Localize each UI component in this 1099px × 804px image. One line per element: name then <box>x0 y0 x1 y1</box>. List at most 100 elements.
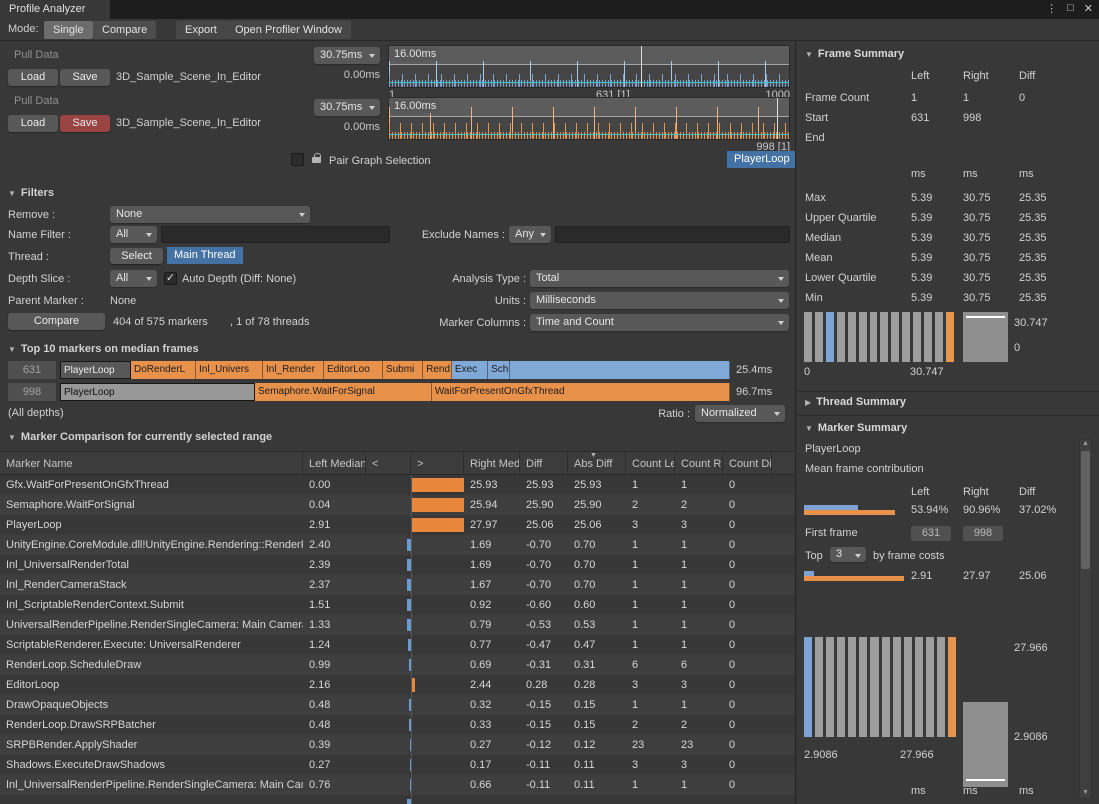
units-dropdown[interactable]: Milliseconds <box>530 292 789 309</box>
table-row[interactable]: Gfx.WaitForPresentOnGfxThread 0.00 25.93… <box>0 475 795 495</box>
top10-segment[interactable]: EditorLoo <box>324 361 383 379</box>
pair-graph-selection-checkbox[interactable] <box>291 153 304 166</box>
top10-segment[interactable]: Submi <box>383 361 423 379</box>
thread-select-button[interactable]: Select <box>110 248 163 264</box>
exclude-mode-dropdown[interactable]: Any <box>509 226 551 243</box>
column-header-count-right[interactable]: Count Right <box>675 452 723 474</box>
top10-segment[interactable]: Semaphore.WaitForSignal <box>255 383 432 401</box>
diff-cell: -0.60 <box>520 595 568 615</box>
right-median-cell: 0.33 <box>464 715 520 735</box>
table-row[interactable]: Inl_UniversalRenderTotal 2.39 1.69 -0.70… <box>0 555 795 575</box>
load-button-left[interactable]: Load <box>8 69 58 86</box>
analysis-type-label: Analysis Type : <box>408 273 526 285</box>
save-button-right[interactable]: Save <box>60 115 110 132</box>
top10-segment[interactable]: Inl_Render <box>263 361 324 379</box>
left-median-cell: 0.76 <box>303 775 366 795</box>
ratio-dropdown[interactable]: Normalized <box>695 405 785 422</box>
top10-bar-left[interactable]: PlayerLoopDoRenderLInl_UniversInl_Render… <box>60 361 730 379</box>
top10-bar-right[interactable]: PlayerLoopSemaphore.WaitForSignalWaitFor… <box>60 383 730 401</box>
column-header-diff[interactable]: Diff <box>520 452 568 474</box>
left-bar-cell <box>366 695 411 715</box>
graph-bottom-scale-dropdown[interactable]: 30.75ms <box>314 99 380 116</box>
table-row[interactable]: Inl_ScriptableRenderContext.Submit 1.51 … <box>0 595 795 615</box>
histogram-bar <box>826 312 834 362</box>
top10-segment[interactable]: PlayerLoop <box>60 361 131 379</box>
top-n-dropdown[interactable]: 3 <box>830 547 866 562</box>
scrollbar-up-icon[interactable]: ▲ <box>1080 440 1091 447</box>
table-row[interactable]: RenderLoop.DrawSRPBatcher 0.48 0.33 -0.1… <box>0 715 795 735</box>
column-header-marker-name[interactable]: Marker Name <box>0 452 303 474</box>
top10-header[interactable]: ▼Top 10 markers on median frames <box>8 343 199 355</box>
name-filter-mode-dropdown[interactable]: All <box>110 226 157 243</box>
kebab-menu-icon[interactable]: ⋮ <box>1046 2 1057 15</box>
top10-segment[interactable] <box>510 361 730 379</box>
table-row[interactable]: DrawOpaqueObjects 0.48 0.32 -0.15 0.15 1… <box>0 695 795 715</box>
first-frame-right-button[interactable]: 998 <box>963 526 1003 541</box>
export-button[interactable]: Export <box>176 21 226 39</box>
pull-data-button-left[interactable]: Pull Data <box>14 49 59 61</box>
table-row[interactable]: UniversalRenderPipeline.RenderSingleCame… <box>0 615 795 635</box>
table-row[interactable]: EditorLoop 2.16 2.44 0.28 0.28 3 3 0 <box>0 675 795 695</box>
table-row[interactable]: Inl_RenderCameraStack 2.37 1.67 -0.70 0.… <box>0 575 795 595</box>
top10-segment[interactable]: WaitForPresentOnGfxThread <box>432 383 730 401</box>
frame-graph-bottom[interactable]: 16.00ms <box>388 97 790 140</box>
marker-columns-dropdown[interactable]: Time and Count <box>530 314 789 331</box>
frame-graph-top[interactable]: 16.00ms <box>388 45 790 88</box>
column-header-left-bar[interactable]: < <box>366 452 411 474</box>
maximize-icon[interactable]: □ <box>1067 2 1074 15</box>
table-row[interactable]: ScriptableRenderer.Execute: UniversalRen… <box>0 635 795 655</box>
auto-depth-checkbox[interactable]: ✓ <box>164 272 177 285</box>
top10-segment[interactable]: DoRenderL <box>131 361 196 379</box>
column-header-right-median[interactable]: Right Median <box>464 452 520 474</box>
save-button-left[interactable]: Save <box>60 69 110 86</box>
top10-segment[interactable]: Sch <box>488 361 510 379</box>
table-row[interactable]: SRPBRender.ApplyShader 0.39 0.27 -0.12 0… <box>0 735 795 755</box>
first-frame-left-button[interactable]: 631 <box>911 526 951 541</box>
table-row[interactable]: RenderLoop.ScheduleDraw 0.99 0.69 -0.31 … <box>0 655 795 675</box>
name-filter-input[interactable] <box>161 226 390 243</box>
scrollbar-thumb[interactable] <box>1081 451 1090 569</box>
top10-segment[interactable]: PlayerLoop <box>60 383 255 401</box>
table-row[interactable]: Inl_UniversalRenderPipeline.RenderSingle… <box>0 775 795 795</box>
filters-header[interactable]: ▼Filters <box>8 187 54 199</box>
top10-segment[interactable]: Exec <box>452 361 488 379</box>
count-left-cell: 1 <box>626 555 675 575</box>
column-header-count-left[interactable]: Count Left <box>626 452 675 474</box>
column-header-left-median[interactable]: Left Median <box>303 452 366 474</box>
column-header-abs-diff[interactable]: Abs Diff <box>568 452 626 474</box>
pull-data-button-right[interactable]: Pull Data <box>14 95 59 107</box>
tab-compare[interactable]: Compare <box>93 21 156 39</box>
table-row[interactable]: Shadows.ExecuteDrawShadows 0.27 0.17 -0.… <box>0 755 795 775</box>
count-left-cell: 1 <box>626 475 675 495</box>
marker-comparison-header[interactable]: ▼Marker Comparison for currently selecte… <box>8 431 272 443</box>
table-row[interactable] <box>0 795 795 804</box>
column-header-count-diff[interactable]: Count Diff <box>723 452 772 474</box>
top10-segment[interactable]: Rend <box>423 361 452 379</box>
diff-cell <box>520 795 568 804</box>
window-tab[interactable]: Profile Analyzer <box>0 0 110 19</box>
exclude-names-input[interactable] <box>555 226 790 243</box>
column-header-right-bar[interactable]: > <box>411 452 464 474</box>
fs-info-label: End <box>805 128 825 148</box>
table-row[interactable]: UnityEngine.CoreModule.dll!UnityEngine.R… <box>0 535 795 555</box>
load-button-right[interactable]: Load <box>8 115 58 132</box>
fs-stat-diff: 25.35 <box>1019 288 1047 308</box>
remove-dropdown[interactable]: None <box>110 206 310 223</box>
open-profiler-window-button[interactable]: Open Profiler Window <box>226 21 351 39</box>
frame-summary-header[interactable]: ▼Frame Summary <box>805 48 904 60</box>
scrollbar-down-icon[interactable]: ▼ <box>1080 789 1091 796</box>
top10-segment[interactable]: Inl_Univers <box>196 361 263 379</box>
compare-button[interactable]: Compare <box>8 313 105 330</box>
analysis-type-dropdown[interactable]: Total <box>530 270 789 287</box>
thread-summary-header[interactable]: ▶Thread Summary <box>805 396 906 408</box>
marker-summary-header[interactable]: ▼Marker Summary <box>805 422 907 434</box>
count-left-cell: 3 <box>626 755 675 775</box>
close-icon[interactable]: ✕ <box>1084 2 1093 15</box>
tab-single[interactable]: Single <box>44 21 93 39</box>
depth-slice-dropdown[interactable]: All <box>110 270 157 287</box>
ms-col-left: Left <box>911 486 929 498</box>
graph-top-scale-dropdown[interactable]: 30.75ms <box>314 47 380 64</box>
marker-name-cell: Inl_UniversalRenderTotal <box>0 555 303 575</box>
table-row[interactable]: PlayerLoop 2.91 27.97 25.06 25.06 3 3 0 <box>0 515 795 535</box>
table-row[interactable]: Semaphore.WaitForSignal 0.04 25.94 25.90… <box>0 495 795 515</box>
